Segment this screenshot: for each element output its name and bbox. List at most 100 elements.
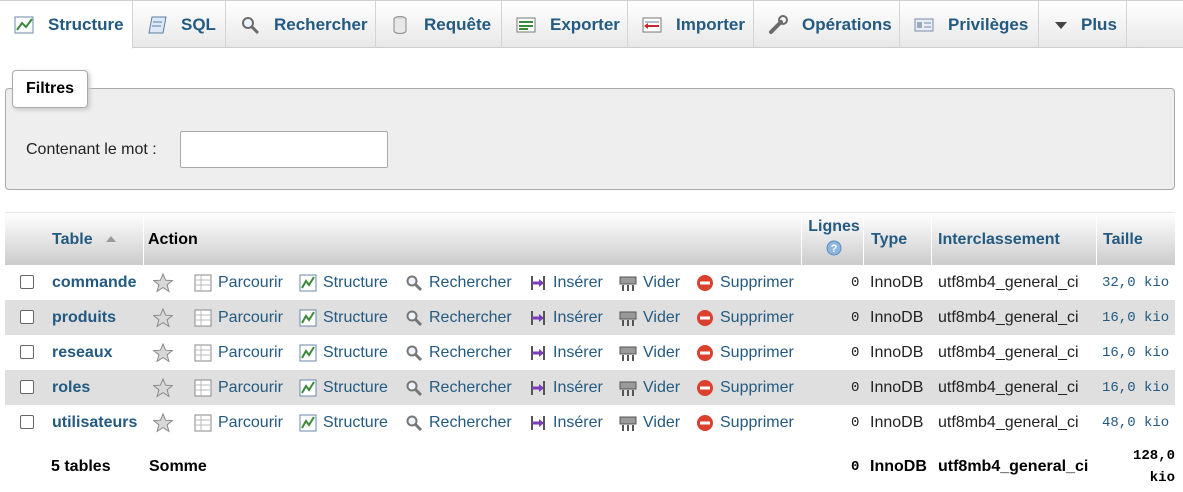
insert-link[interactable]: Insérer (529, 265, 603, 300)
favorite-star-icon[interactable] (153, 370, 173, 405)
drop-link[interactable]: Supprimer (696, 300, 794, 335)
row-checkbox[interactable] (20, 345, 34, 359)
delete-icon (696, 379, 714, 397)
structure-label: Structure (323, 273, 388, 291)
empty-link[interactable]: Vider (619, 370, 680, 405)
empty-link[interactable]: Vider (619, 265, 680, 300)
table-row: roles Parcourir Structure Rechercher Ins… (5, 370, 1175, 405)
browse-link[interactable]: Parcourir (194, 265, 283, 300)
table-name-link[interactable]: utilisateurs (52, 405, 137, 440)
favorite-star-icon[interactable] (153, 300, 173, 335)
col-type-header[interactable]: Type (871, 213, 907, 266)
table-header: Table Action Lignes ? Type Interclasseme… (5, 212, 1175, 266)
tab-query-label: Requête (424, 14, 492, 34)
col-rows-header[interactable]: Lignes ? (805, 213, 863, 266)
table-name-link[interactable]: roles (52, 370, 90, 405)
help-icon[interactable]: ? (826, 240, 842, 261)
search-link[interactable]: Rechercher (405, 265, 512, 300)
drop-link[interactable]: Supprimer (696, 370, 794, 405)
empty-link[interactable]: Vider (619, 335, 680, 370)
col-collation-header[interactable]: Interclassement (938, 213, 1060, 266)
tab-query[interactable]: Requête (376, 1, 502, 48)
table-size[interactable]: 48,0 kio (1102, 405, 1169, 440)
delete-icon (696, 309, 714, 327)
structure-link[interactable]: Structure (299, 335, 388, 370)
browse-link[interactable]: Parcourir (194, 300, 283, 335)
empty-label: Vider (643, 308, 681, 326)
empty-link[interactable]: Vider (619, 405, 680, 440)
drop-link[interactable]: Supprimer (696, 265, 794, 300)
insert-link[interactable]: Insérer (529, 405, 603, 440)
engine-type: InnoDB (870, 343, 924, 361)
tab-export[interactable]: Exporter (502, 1, 628, 48)
tab-more[interactable]: Plus (1039, 1, 1127, 48)
tab-structure[interactable]: Structure (0, 1, 133, 49)
filter-input[interactable] (180, 131, 388, 168)
structure-link[interactable]: Structure (299, 370, 388, 405)
privileges-icon (914, 15, 936, 35)
structure-icon (299, 379, 317, 397)
tab-operations[interactable]: Opérations (754, 1, 900, 48)
row-checkbox[interactable] (20, 380, 34, 394)
drop-label: Supprimer (720, 343, 794, 361)
col-size-header[interactable]: Taille (1103, 213, 1143, 266)
insert-label: Insérer (553, 378, 603, 396)
tab-bar: Structure SQL Rechercher Requête Exporte… (0, 0, 1183, 49)
browse-link[interactable]: Parcourir (194, 370, 283, 405)
table-name-link[interactable]: reseaux (52, 335, 113, 370)
browse-label: Parcourir (218, 273, 283, 291)
table-size[interactable]: 16,0 kio (1102, 370, 1169, 405)
browse-label: Parcourir (218, 413, 283, 431)
summary-row: 5 tables Somme 0 InnoDB utf8mb4_general_… (5, 442, 1175, 492)
engine-type: InnoDB (870, 413, 924, 431)
row-checkbox[interactable] (20, 275, 34, 289)
tab-import[interactable]: Importer (628, 1, 754, 48)
structure-link[interactable]: Structure (299, 405, 388, 440)
insert-link[interactable]: Insérer (529, 300, 603, 335)
structure-link[interactable]: Structure (299, 300, 388, 335)
search-link[interactable]: Rechercher (405, 335, 512, 370)
insert-label: Insérer (553, 343, 603, 361)
drop-link[interactable]: Supprimer (696, 405, 794, 440)
favorite-star-icon[interactable] (153, 405, 173, 440)
search-link[interactable]: Rechercher (405, 370, 512, 405)
table-size[interactable]: 16,0 kio (1102, 300, 1169, 335)
search-label: Rechercher (429, 308, 512, 326)
favorite-star-icon[interactable] (153, 265, 173, 300)
total-size: 128,0 kio (1105, 442, 1175, 492)
structure-label: Structure (323, 308, 388, 326)
insert-link[interactable]: Insérer (529, 335, 603, 370)
row-checkbox[interactable] (20, 310, 34, 324)
search-icon (405, 344, 423, 362)
row-count: 0 (851, 309, 860, 326)
drop-label: Supprimer (720, 413, 794, 431)
insert-link[interactable]: Insérer (529, 370, 603, 405)
search-link[interactable]: Rechercher (405, 405, 512, 440)
browse-link[interactable]: Parcourir (194, 335, 283, 370)
col-table-header[interactable]: Table (52, 213, 117, 266)
tab-import-label: Importer (676, 14, 745, 34)
tab-sql[interactable]: SQL (133, 1, 226, 48)
insert-icon (529, 414, 547, 432)
search-label: Rechercher (429, 273, 512, 291)
browse-link[interactable]: Parcourir (194, 405, 283, 440)
drop-label: Supprimer (720, 308, 794, 326)
table-size[interactable]: 32,0 kio (1102, 265, 1169, 300)
structure-link[interactable]: Structure (299, 265, 388, 300)
row-checkbox[interactable] (20, 415, 34, 429)
insert-icon (529, 274, 547, 292)
table-name-link[interactable]: produits (52, 300, 116, 335)
tab-privileges[interactable]: Privilèges (900, 1, 1039, 48)
engine-type: InnoDB (870, 273, 924, 291)
drop-link[interactable]: Supprimer (696, 335, 794, 370)
header-separator (143, 213, 144, 266)
default-engine: InnoDB (870, 458, 927, 475)
table-name-link[interactable]: commande (52, 265, 136, 300)
filters-legend: Filtres (12, 70, 88, 108)
empty-link[interactable]: Vider (619, 300, 680, 335)
structure-label: Structure (323, 343, 388, 361)
tab-search[interactable]: Rechercher (226, 1, 376, 48)
table-size[interactable]: 16,0 kio (1102, 335, 1169, 370)
favorite-star-icon[interactable] (153, 335, 173, 370)
search-link[interactable]: Rechercher (405, 300, 512, 335)
